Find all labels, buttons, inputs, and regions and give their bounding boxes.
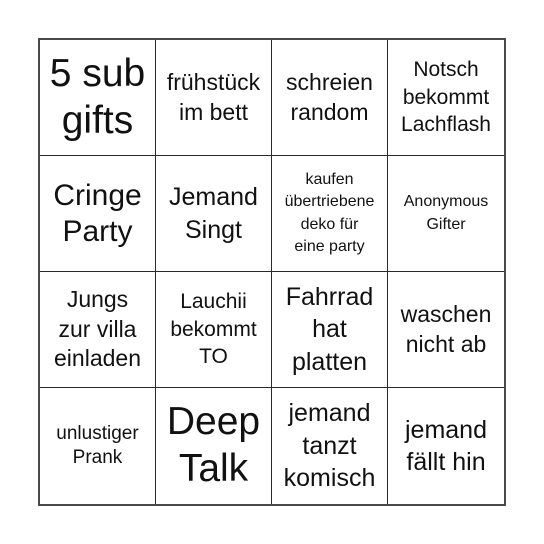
cell-text: Jungs zur villa einladen bbox=[54, 285, 141, 372]
bingo-cell[interactable]: Lauchii bekommt TO bbox=[156, 272, 272, 388]
bingo-cell[interactable]: jemand tanzt komisch bbox=[272, 388, 388, 504]
bingo-cell[interactable]: waschen nicht ab bbox=[388, 272, 504, 388]
cell-text: jemand tanzt komisch bbox=[283, 399, 376, 493]
cell-text: schreien random bbox=[286, 68, 373, 125]
cell-text: unlustiger Prank bbox=[56, 423, 139, 468]
cell-text: frühstück im bett bbox=[166, 68, 261, 125]
bingo-cell[interactable]: Fahrrad hat platten bbox=[272, 272, 388, 388]
cell-text: Anonymous Gifter bbox=[403, 193, 489, 233]
bingo-cell[interactable]: Notsch bekommt Lachflash bbox=[388, 40, 504, 156]
cell-text: jemand fällt hin bbox=[405, 415, 487, 477]
bingo-cell[interactable]: Cringe Party bbox=[40, 156, 156, 272]
cell-text: Notsch bekommt Lachflash bbox=[401, 57, 491, 137]
cell-text: Deep Talk bbox=[166, 400, 261, 490]
bingo-cell[interactable]: kaufen übertriebene deko für eine party bbox=[272, 156, 388, 272]
bingo-cell[interactable]: schreien random bbox=[272, 40, 388, 156]
bingo-card: 5 sub gifts frühstück im bett schreien r… bbox=[38, 38, 506, 506]
cell-text: Fahrrad hat platten bbox=[285, 282, 374, 376]
cell-text: Jemand Singt bbox=[169, 183, 258, 244]
cell-text: kaufen übertriebene deko für eine party bbox=[284, 170, 375, 255]
bingo-cell[interactable]: frühstück im bett bbox=[156, 40, 272, 156]
cell-text: waschen nicht ab bbox=[400, 300, 492, 357]
bingo-cell[interactable]: Anonymous Gifter bbox=[388, 156, 504, 272]
cell-text: Lauchii bekommt TO bbox=[170, 289, 257, 369]
bingo-cell[interactable]: Jemand Singt bbox=[156, 156, 272, 272]
bingo-cell[interactable]: 5 sub gifts bbox=[40, 40, 156, 156]
bingo-cell[interactable]: Jungs zur villa einladen bbox=[40, 272, 156, 388]
cell-text: 5 sub gifts bbox=[49, 51, 146, 142]
cell-text: Cringe Party bbox=[53, 179, 142, 248]
bingo-cell[interactable]: unlustiger Prank bbox=[40, 388, 156, 504]
bingo-cell[interactable]: jemand fällt hin bbox=[388, 388, 504, 504]
bingo-cell[interactable]: Deep Talk bbox=[156, 388, 272, 504]
